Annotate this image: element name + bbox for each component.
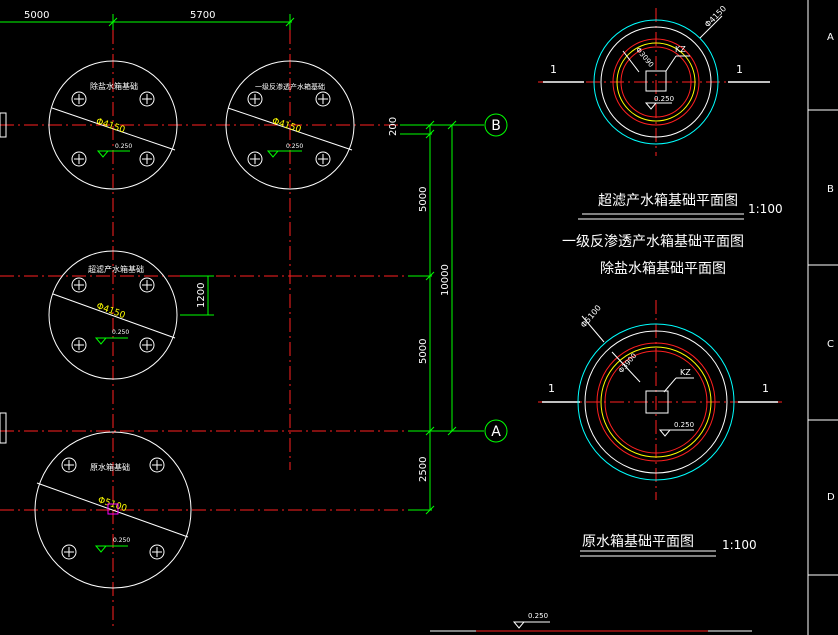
detail-bottom-section-left: 1 [548, 382, 555, 395]
detail-top-section-left: 1 [550, 63, 557, 76]
drawing-frame [807, 0, 838, 635]
tank-uf-diameter: Φ4150 [95, 301, 127, 321]
detail-bottom-plan[interactable]: 1 1 Φ5100 Φ3900 KZ 0.250 [538, 300, 782, 500]
border-zone-d: D [827, 492, 835, 503]
dim-5000-upper: 5000 [418, 187, 429, 212]
tank-uf-elevation: 0.250 [112, 329, 129, 336]
tank-demin-elevation: 0.250 [115, 143, 132, 150]
detail-top-section-right: 1 [736, 63, 743, 76]
detail-titles: 超滤产水箱基础平面图 1:100 一级反渗透产水箱基础平面图 除盐水箱基础平面图… [562, 192, 783, 552]
edge-markers [0, 112, 7, 444]
title-raw-plan: 原水箱基础平面图 [582, 533, 694, 550]
detail-top-kz: KZ [675, 45, 686, 54]
vertical-dimension [400, 120, 484, 515]
tank-uf-foundation[interactable]: 超滤产水箱基础 Φ4150 0.250 [48, 250, 178, 380]
tank-ro-elevation: 0.250 [286, 143, 303, 150]
tank-ro-diameter: Φ4150 [271, 117, 303, 136]
bottom-section-fragment: 0.250 [430, 612, 752, 632]
detail-top-plan[interactable]: 1 1 Φ4150 Φ3090 KZ 0.250 [538, 4, 770, 156]
dim-1200: 1200 [196, 283, 207, 308]
title-demin-plan: 除盐水箱基础平面图 [600, 260, 726, 277]
dim-10000: 10000 [440, 264, 451, 296]
axis-bubble-b[interactable]: B [484, 113, 508, 137]
grid-centerlines [0, 30, 484, 630]
tank-demin-name: 除盐水箱基础 [90, 81, 138, 91]
tank-raw-name: 原水箱基础 [90, 462, 130, 472]
cad-drawing-canvas[interactable]: A B C D 5000 5700 200 5000 10000 5000 25… [0, 0, 838, 635]
detail-top-elevation: 0.250 [654, 95, 674, 103]
axis-label-a: A [491, 424, 501, 440]
tank-demin-diameter: Φ4150 [95, 117, 127, 136]
title-uf-plan: 超滤产水箱基础平面图 [598, 192, 738, 209]
tank-uf-name: 超滤产水箱基础 [88, 264, 144, 274]
border-zone-c: C [827, 339, 834, 350]
detail-top-outer-dia: Φ4150 [703, 4, 728, 29]
dim-5700-top: 5700 [190, 10, 215, 21]
detail-bottom-elevation: 0.250 [674, 421, 694, 429]
dim-5000-top: 5000 [24, 10, 49, 21]
dim-2500: 2500 [418, 457, 429, 482]
dim-200: 200 [388, 117, 399, 136]
bottom-elevation: 0.250 [528, 612, 548, 620]
detail-bottom-section-right: 1 [762, 382, 769, 395]
scale-bottom: 1:100 [722, 538, 757, 552]
tank-raw-elevation: 0.250 [113, 537, 130, 544]
axis-bubble-a[interactable]: A [484, 419, 508, 443]
border-zone-a: A [827, 32, 834, 43]
tank-raw-diameter: Φ5100 [96, 495, 128, 514]
axis-label-b: B [491, 118, 501, 134]
scale-top: 1:100 [748, 202, 783, 216]
detail-bottom-kz: KZ [680, 368, 691, 377]
border-zone-b: B [827, 184, 834, 195]
title-ro-plan: 一级反渗透产水箱基础平面图 [562, 233, 744, 250]
tank-ro-name: 一级反渗透产水箱基础 [255, 82, 325, 91]
dim-5000-lower: 5000 [418, 339, 429, 364]
